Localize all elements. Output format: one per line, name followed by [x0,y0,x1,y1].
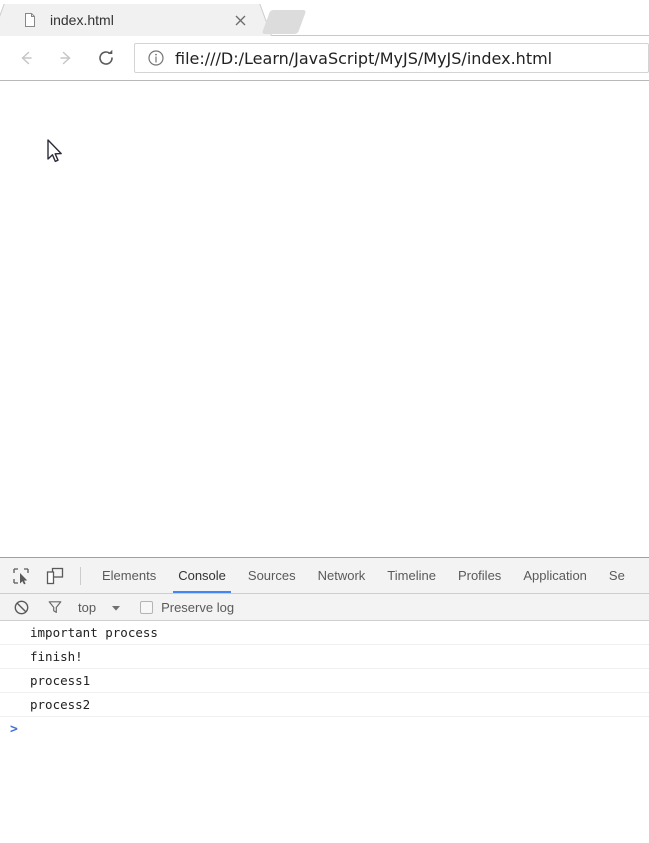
devtools-tab-application[interactable]: Application [512,558,598,593]
chevron-down-icon[interactable] [110,601,122,613]
browser-toolbar: file:///D:/Learn/JavaScript/MyJS/MyJS/in… [0,36,649,81]
mouse-pointer-icon [46,139,66,167]
devtools-tab-timeline[interactable]: Timeline [376,558,447,593]
console-message-text: process2 [30,697,91,712]
console-message-row[interactable]: process2 [0,693,649,717]
console-input[interactable] [28,720,649,738]
device-toolbar-icon[interactable] [42,563,68,589]
console-message-row[interactable]: important process [0,621,649,645]
preserve-log-checkbox[interactable] [140,600,154,614]
address-bar-url[interactable]: file:///D:/Learn/JavaScript/MyJS/MyJS/in… [175,49,552,68]
toolbar-divider [80,566,81,585]
clear-console-icon[interactable] [10,596,32,618]
forward-arrow-icon[interactable] [50,42,82,74]
devtools-tab-security[interactable]: Se [598,558,636,593]
devtools-tab-network[interactable]: Network [307,558,377,593]
reload-icon[interactable] [90,42,122,74]
document-icon [22,12,38,28]
page-viewport[interactable] [0,81,649,557]
inspect-element-icon[interactable] [8,563,34,589]
address-bar[interactable]: file:///D:/Learn/JavaScript/MyJS/MyJS/in… [134,43,649,73]
console-message-text: finish! [30,649,83,664]
console-context-selector[interactable]: top [78,600,96,615]
preserve-log-label[interactable]: Preserve log [161,600,234,615]
console-message-row[interactable]: process1 [0,669,649,693]
devtools-tab-sources[interactable]: Sources [237,558,307,593]
console-prompt[interactable]: > [0,717,649,741]
back-arrow-icon[interactable] [10,42,42,74]
tab-title: index.html [50,12,114,28]
new-tab-icon[interactable] [261,10,307,34]
console-toolbar: top Preserve log [0,594,649,621]
info-circle-icon[interactable] [147,49,165,67]
browser-tab-index-html[interactable]: index.html [8,4,256,36]
console-message-text: important process [30,625,158,640]
console-message-row[interactable]: finish! [0,645,649,669]
filter-funnel-icon[interactable] [44,596,66,618]
console-message-text: process1 [30,673,91,688]
devtools-panel: Elements Console Sources Network Timelin… [0,557,649,843]
console-output[interactable]: important process finish! process1 proce… [0,621,649,841]
prompt-chevron-icon: > [10,721,18,737]
devtools-tab-bar: Elements Console Sources Network Timelin… [0,558,649,594]
close-icon[interactable] [230,10,250,30]
browser-tab-strip: index.html [0,0,649,36]
devtools-tab-console[interactable]: Console [167,558,237,593]
devtools-tab-elements[interactable]: Elements [91,558,167,593]
devtools-tab-profiles[interactable]: Profiles [447,558,512,593]
